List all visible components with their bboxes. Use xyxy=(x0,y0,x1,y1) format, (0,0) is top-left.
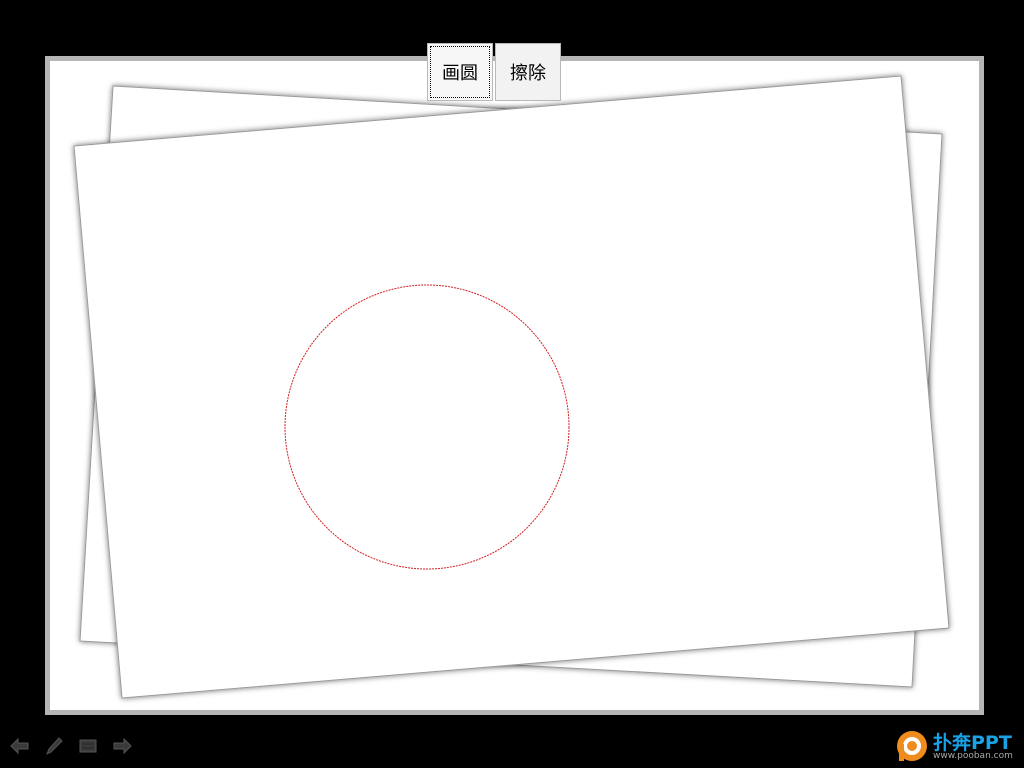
brand-url: www.pooban.com xyxy=(933,751,1013,761)
front-paper-sheet xyxy=(73,75,950,699)
pen-icon[interactable] xyxy=(42,734,66,758)
arrow-left-icon[interactable] xyxy=(8,734,32,758)
pooban-logo-icon xyxy=(897,731,927,761)
slide-frame xyxy=(45,56,984,715)
drawing-toolbar: 画圆 擦除 xyxy=(427,43,561,101)
slideshow-screen: 画圆 擦除 扑奔PPT www.pooban.com xyxy=(0,0,1024,768)
menu-icon[interactable] xyxy=(76,734,100,758)
slide-navigation xyxy=(8,734,134,758)
drawing-canvas[interactable] xyxy=(50,61,979,710)
brand-logo-block: 扑奔PPT www.pooban.com xyxy=(893,726,1021,766)
draw-circle-button[interactable]: 画圆 xyxy=(427,43,493,101)
arrow-right-icon[interactable] xyxy=(110,734,134,758)
erase-button[interactable]: 擦除 xyxy=(495,43,561,101)
